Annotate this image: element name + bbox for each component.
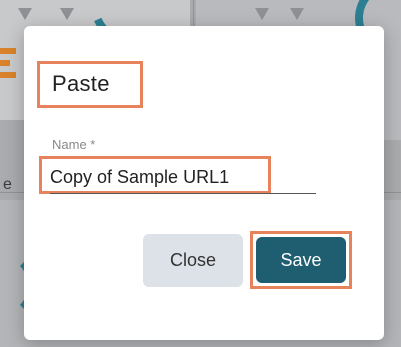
background-marker <box>290 8 304 20</box>
save-button[interactable]: Save <box>256 237 346 283</box>
name-field[interactable] <box>50 161 316 194</box>
name-field-label: Name * <box>52 137 96 152</box>
close-button[interactable]: Close <box>143 234 243 287</box>
dialog-title: Paste <box>52 71 110 96</box>
background-marker <box>60 8 74 20</box>
background-bar <box>0 48 16 54</box>
background-marker <box>255 8 269 20</box>
background-bar <box>0 60 10 66</box>
background-text-fragment: e <box>3 176 12 193</box>
background-bar <box>0 72 16 78</box>
background-marker <box>18 8 32 20</box>
paste-dialog: Paste Name * Close Save <box>24 26 384 340</box>
